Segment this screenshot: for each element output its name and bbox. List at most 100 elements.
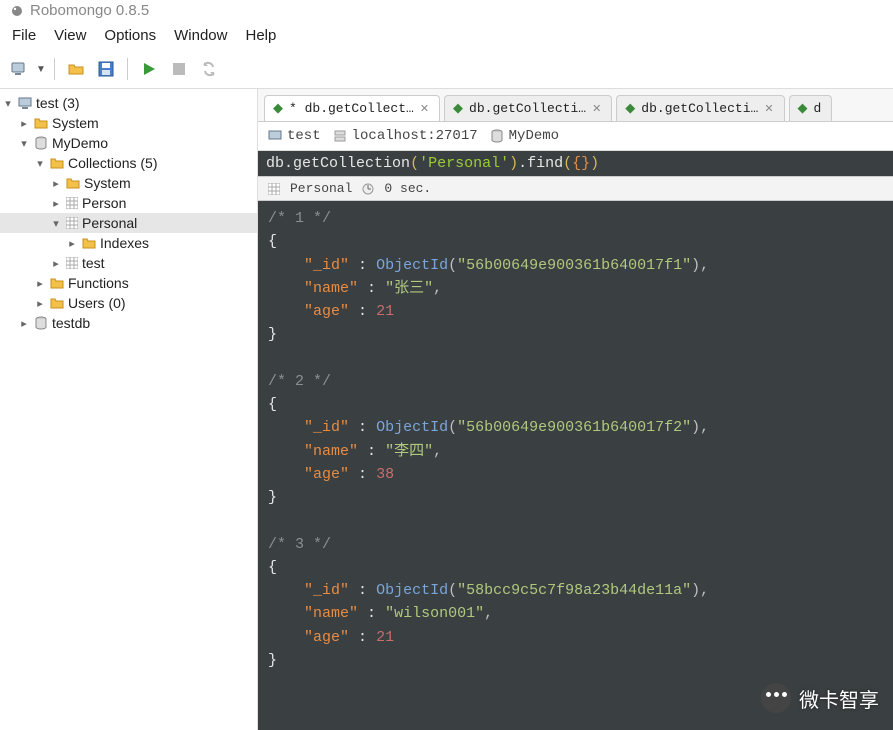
tab-label: d [814, 101, 822, 116]
folder-icon [50, 297, 64, 309]
query-token: find [527, 155, 563, 172]
query-token: 'Personal' [419, 155, 509, 172]
tree-label: System [52, 115, 99, 131]
database-icon [490, 129, 504, 143]
tree-collections[interactable]: ▾ Collections (5) [0, 153, 257, 173]
tab-label: db.getCollecti… [469, 101, 586, 116]
chevron-down-icon[interactable]: ▾ [2, 97, 14, 110]
tree-testdb[interactable]: ▸ testdb [0, 313, 257, 333]
tab-label: * db.getCollect… [289, 101, 414, 116]
menu-options[interactable]: Options [104, 27, 156, 44]
query-token: ) [590, 155, 599, 172]
query-token: ) [509, 155, 518, 172]
toolbar-separator [127, 58, 128, 80]
chevron-right-icon[interactable]: ▸ [50, 257, 62, 270]
chevron-right-icon[interactable]: ▸ [18, 317, 30, 330]
query-token: ( [410, 155, 419, 172]
folder-icon [50, 277, 64, 289]
grid-icon [66, 257, 78, 269]
stop-button[interactable] [166, 56, 192, 82]
close-icon[interactable]: ✕ [420, 102, 429, 116]
app-icon [10, 4, 24, 18]
query-input[interactable]: db.getCollection('Personal').find({}) [258, 151, 893, 176]
leaf-icon: ◆ [453, 101, 463, 116]
conn-label: test [287, 128, 321, 144]
tree-coll-test[interactable]: ▸ test [0, 253, 257, 273]
query-token: db [266, 155, 284, 172]
tree-root[interactable]: ▾ test (3) [0, 93, 257, 113]
tree-coll-system[interactable]: ▸ System [0, 173, 257, 193]
tree-mydemo[interactable]: ▾ MyDemo [0, 133, 257, 153]
chevron-right-icon[interactable]: ▸ [34, 277, 46, 290]
query-token: getCollection [293, 155, 410, 172]
leaf-icon: ◆ [625, 101, 635, 116]
database-icon [34, 136, 48, 150]
folder-icon [82, 237, 96, 249]
query-tab[interactable]: ◆ db.getCollecti… ✕ [616, 95, 784, 121]
connection-name: test [268, 128, 321, 144]
tree-indexes[interactable]: ▸ Indexes [0, 233, 257, 253]
folder-icon [50, 157, 64, 169]
dropdown-icon[interactable]: ▼ [36, 64, 46, 75]
chevron-right-icon[interactable]: ▸ [50, 197, 62, 210]
query-tab[interactable]: ◆ * db.getCollect… ✕ [264, 95, 440, 121]
chevron-down-icon[interactable]: ▾ [34, 157, 46, 170]
chevron-right-icon[interactable]: ▸ [34, 297, 46, 310]
tree-label: Person [82, 195, 126, 211]
menu-window[interactable]: Window [174, 27, 227, 44]
tree-label: Personal [82, 215, 137, 231]
grid-icon [66, 197, 78, 209]
title-bar: Robomongo 0.8.5 [0, 0, 893, 23]
tree-label: System [84, 175, 131, 191]
query-tab[interactable]: ◆ d [789, 95, 833, 121]
tree-functions[interactable]: ▸ Functions [0, 273, 257, 293]
tree-system[interactable]: ▸ System [0, 113, 257, 133]
database-icon [34, 316, 48, 330]
grid-icon [268, 183, 280, 195]
run-button[interactable] [136, 56, 162, 82]
open-button[interactable] [63, 56, 89, 82]
tree-label: Users (0) [68, 295, 126, 311]
chevron-right-icon[interactable]: ▸ [50, 177, 62, 190]
menu-file[interactable]: File [12, 27, 36, 44]
tree-label: MyDemo [52, 135, 108, 151]
tree-users[interactable]: ▸ Users (0) [0, 293, 257, 313]
leaf-icon: ◆ [273, 101, 283, 116]
tree-label: test [82, 255, 105, 271]
reconnect-button[interactable] [196, 56, 222, 82]
leaf-icon: ◆ [798, 101, 808, 116]
watermark-text: 微卡智享 [799, 684, 879, 713]
chevron-right-icon[interactable]: ▸ [18, 117, 30, 130]
query-token: ( [563, 155, 572, 172]
watermark: 微卡智享 [761, 683, 879, 713]
tree-label: Indexes [100, 235, 149, 251]
tree-coll-personal[interactable]: ▾ Personal [0, 213, 257, 233]
result-time: 0 sec. [384, 181, 431, 196]
tree-label: testdb [52, 315, 90, 331]
query-tab[interactable]: ◆ db.getCollecti… ✕ [444, 95, 612, 121]
connect-button[interactable] [6, 56, 32, 82]
query-token: {} [572, 155, 590, 172]
close-icon[interactable]: ✕ [764, 102, 773, 116]
connections-tree: ▾ test (3) ▸ System ▾ MyDemo ▾ Collectio… [0, 89, 258, 730]
close-icon[interactable]: ✕ [592, 102, 601, 116]
tabs-bar: ◆ * db.getCollect… ✕ ◆ db.getCollecti… ✕… [258, 89, 893, 122]
query-token: . [284, 155, 293, 172]
connection-bar: test localhost:27017 MyDemo [258, 122, 893, 151]
save-button[interactable] [93, 56, 119, 82]
chevron-down-icon[interactable]: ▾ [18, 137, 30, 150]
result-header: Personal 0 sec. [258, 176, 893, 201]
chevron-down-icon[interactable]: ▾ [50, 217, 62, 230]
tree-label: Functions [68, 275, 129, 291]
menu-help[interactable]: Help [245, 27, 276, 44]
menu-bar: File View Options Window Help [0, 23, 893, 52]
menu-view[interactable]: View [54, 27, 86, 44]
grid-icon [66, 217, 78, 229]
chevron-right-icon[interactable]: ▸ [66, 237, 78, 250]
tree-coll-person[interactable]: ▸ Person [0, 193, 257, 213]
tree-label: test (3) [36, 95, 80, 111]
clock-icon [362, 183, 374, 195]
connection-db: MyDemo [490, 128, 559, 144]
folder-icon [34, 117, 48, 129]
result-viewer[interactable]: /* 1 */{ "_id" : ObjectId("56b00649e9003… [258, 201, 893, 730]
